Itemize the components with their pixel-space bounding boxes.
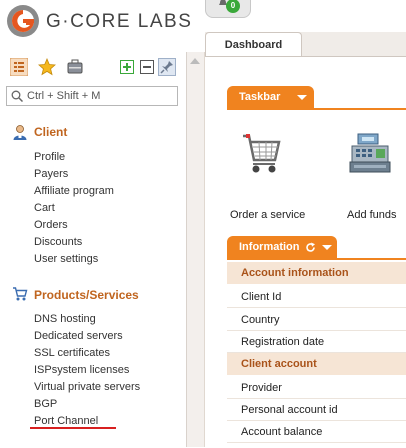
section-title-client[interactable]: Client: [34, 125, 67, 139]
taskbar-title: Taskbar: [239, 91, 281, 103]
dashboard-panel: Taskbar Order a service Add funds Inform…: [205, 56, 406, 448]
sidebar-item-ssl-certificates[interactable]: SSL certificates: [34, 347, 110, 359]
add-funds-label[interactable]: Add funds: [347, 209, 397, 221]
information-header[interactable]: Information: [227, 236, 337, 258]
info-row-account-balance: Account balance: [227, 421, 406, 443]
scroll-up-arrow-icon[interactable]: [190, 58, 200, 64]
port-channel-highlight-underline: [30, 427, 116, 429]
sidebar-toolbar: [8, 58, 184, 78]
section-title-products-services[interactable]: Products/Services: [34, 288, 139, 302]
menu-tree-icon[interactable]: [10, 58, 28, 76]
sidebar-item-orders[interactable]: Orders: [34, 219, 68, 231]
sidebar-item-ispsystem-licenses[interactable]: ISPsystem licenses: [34, 364, 129, 376]
expand-all-icon[interactable]: [120, 60, 134, 74]
sidebar-item-profile[interactable]: Profile: [34, 151, 65, 163]
sidebar-collapse-gutter[interactable]: [187, 52, 205, 447]
info-row-provider: Provider: [227, 377, 406, 399]
chevron-down-icon[interactable]: [322, 245, 332, 250]
cart-icon: [13, 287, 28, 301]
taskbar-header[interactable]: Taskbar: [227, 86, 314, 108]
menu-search-field[interactable]: [6, 86, 178, 106]
sidebar-item-discounts[interactable]: Discounts: [34, 236, 82, 248]
sidebar-item-bgp[interactable]: BGP: [34, 398, 57, 410]
menu-search-input[interactable]: [27, 88, 173, 104]
client-account-heading: Client account: [227, 353, 406, 375]
notifications-button[interactable]: 0: [205, 0, 251, 18]
sidebar-item-dns-hosting[interactable]: DNS hosting: [34, 313, 96, 325]
sidebar-item-payers[interactable]: Payers: [34, 168, 68, 180]
order-service-label[interactable]: Order a service: [230, 209, 305, 221]
account-information-heading: Account information: [227, 262, 406, 284]
cash-register-icon[interactable]: [348, 132, 392, 176]
info-row-registration-date: Registration date: [227, 331, 406, 353]
sidebar-item-cart[interactable]: Cart: [34, 202, 55, 214]
tab-dashboard[interactable]: Dashboard: [205, 32, 302, 57]
sidebar-item-affiliate-program[interactable]: Affiliate program: [34, 185, 114, 197]
notification-count-badge: 0: [226, 0, 240, 13]
refresh-icon[interactable]: [305, 242, 316, 253]
main-area: Dashboard Taskbar Order a service Add fu…: [205, 32, 406, 448]
sidebar-item-user-settings[interactable]: User settings: [34, 253, 98, 265]
info-row-client-id: Client Id: [227, 286, 406, 308]
pin-icon[interactable]: [158, 58, 176, 76]
user-icon: [13, 125, 27, 140]
sidebar: Client Profile Payers Affiliate program …: [0, 52, 187, 447]
briefcase-icon[interactable]: [66, 58, 84, 76]
shopping-cart-icon[interactable]: [241, 132, 283, 176]
logo-text: G·CORE LABS: [46, 11, 193, 32]
information-divider: [227, 258, 406, 260]
chevron-down-icon[interactable]: [297, 95, 307, 100]
collapse-all-icon[interactable]: [140, 60, 154, 74]
sidebar-item-dedicated-servers[interactable]: Dedicated servers: [34, 330, 123, 342]
search-icon: [11, 90, 23, 102]
gcore-logo-icon: [7, 5, 39, 37]
info-row-personal-account-id: Personal account id: [227, 399, 406, 421]
sidebar-item-virtual-private-servers[interactable]: Virtual private servers: [34, 381, 140, 393]
information-title: Information: [239, 241, 300, 253]
sidebar-item-port-channel[interactable]: Port Channel: [34, 415, 98, 427]
taskbar-divider: [227, 108, 406, 110]
favorites-star-icon[interactable]: [38, 58, 56, 76]
info-row-country: Country: [227, 309, 406, 331]
